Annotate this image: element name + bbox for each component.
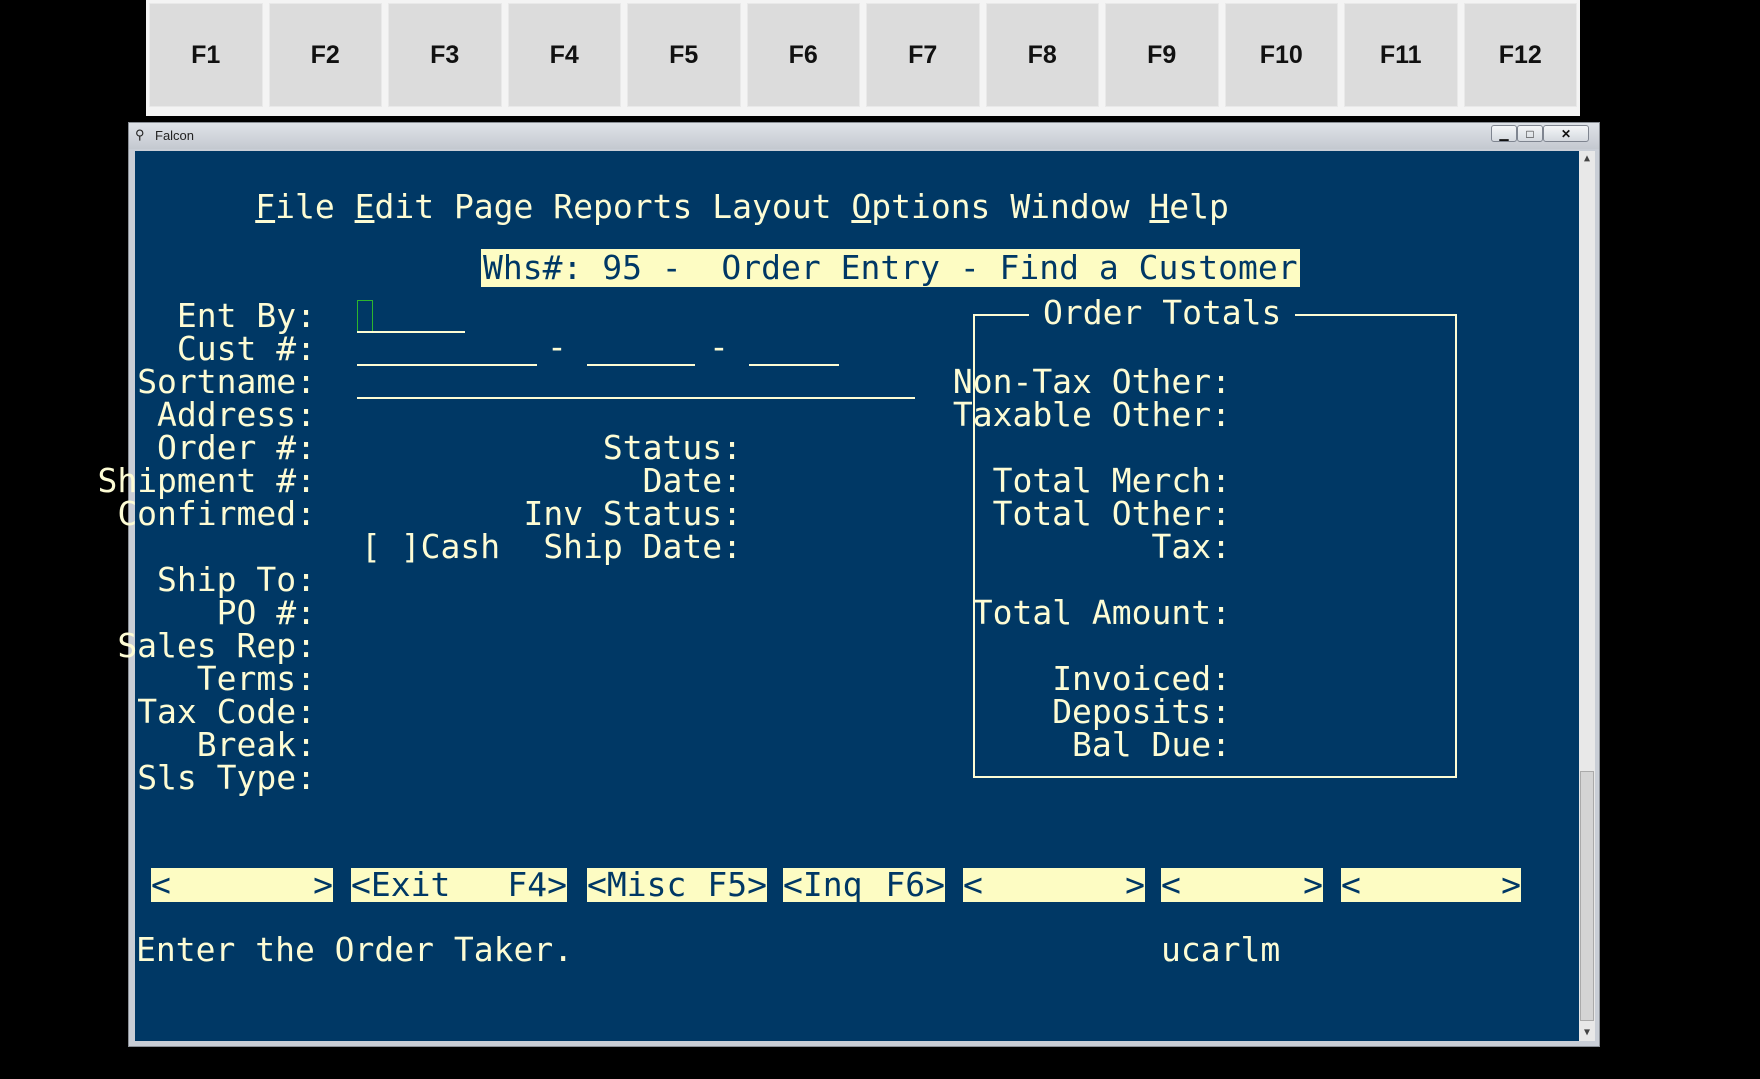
scroll-thumb[interactable] (1580, 771, 1594, 1021)
function-button-7[interactable]: < > (1341, 868, 1521, 902)
menu-layout[interactable]: Layout (712, 187, 831, 226)
total-amount-label: Total Amount: (972, 593, 1231, 632)
ent-by-field[interactable] (357, 331, 465, 333)
f6-key[interactable]: F6 (746, 3, 860, 107)
menu-options[interactable]: Options (851, 187, 990, 226)
vertical-scrollbar[interactable]: ▲ ▼ (1579, 151, 1595, 1041)
f3-key[interactable]: F3 (388, 3, 502, 107)
f5-key[interactable]: F5 (627, 3, 741, 107)
minimize-button[interactable]: ▁ (1491, 125, 1517, 142)
maximize-button[interactable]: □ (1517, 125, 1543, 142)
scroll-down-icon[interactable]: ▼ (1579, 1025, 1595, 1041)
falcon-window: ⚲ Falcon ▁ □ ✕ File Edit Page Reports La… (97, 122, 1600, 1047)
inq-button[interactable]: <Inq F6> (783, 868, 945, 902)
text-cursor (357, 300, 373, 333)
terminal-screen: File Edit Page Reports Layout Options Wi… (97, 151, 1579, 1041)
function-button-1[interactable]: < > (151, 868, 333, 902)
cash-checkbox[interactable]: [ ]Cash (361, 528, 500, 565)
exit-button[interactable]: <Exit F4> (351, 868, 567, 902)
f7-key[interactable]: F7 (866, 3, 980, 107)
f11-key[interactable]: F11 (1344, 3, 1458, 107)
menu-reports[interactable]: Reports (553, 187, 692, 226)
menu-help[interactable]: Help (1149, 187, 1228, 226)
cust-suffix-field[interactable] (587, 364, 695, 366)
page-title: Whs#: 95 - Order Entry - Find a Customer (481, 248, 1300, 287)
menu-bar: File Edit Page Reports Layout Options Wi… (136, 151, 1229, 262)
function-key-bar: F1 F2 F3 F4 F5 F6 F7 F8 F9 F10 F11 F12 (146, 0, 1580, 116)
ship-date-label: Ship Date: (543, 527, 742, 566)
cust-dash-1: - (547, 327, 567, 366)
menu-page[interactable]: Page (454, 187, 533, 226)
f2-key[interactable]: F2 (268, 3, 382, 107)
cust-number-field[interactable] (357, 364, 537, 366)
menu-file[interactable]: File (255, 187, 334, 226)
f10-key[interactable]: F10 (1224, 3, 1338, 107)
app-icon: ⚲ (135, 127, 145, 142)
bal-due-label: Bal Due: (1072, 725, 1231, 764)
sls-type-label: Sls Type: (137, 758, 316, 797)
title-bar[interactable]: ⚲ Falcon ▁ □ ✕ (129, 123, 1599, 149)
function-button-6[interactable]: < > (1161, 868, 1323, 902)
f8-key[interactable]: F8 (985, 3, 1099, 107)
cust-dash-2: - (709, 327, 729, 366)
menu-edit[interactable]: Edit (355, 187, 434, 226)
f4-key[interactable]: F4 (507, 3, 621, 107)
close-button[interactable]: ✕ (1543, 125, 1589, 142)
f12-key[interactable]: F12 (1463, 3, 1577, 107)
order-totals-title: Order Totals (1029, 294, 1296, 331)
status-message: Enter the Order Taker. (136, 930, 574, 969)
user-name: ucarlm (1161, 930, 1281, 969)
function-button-5[interactable]: < > (963, 868, 1145, 902)
f1-key[interactable]: F1 (149, 3, 263, 107)
taxable-other-label: Taxable Other: (952, 395, 1231, 434)
f9-key[interactable]: F9 (1105, 3, 1219, 107)
menu-window[interactable]: Window (1010, 187, 1129, 226)
window-title: Falcon (155, 128, 195, 143)
confirmed-label: Confirmed: (117, 494, 316, 533)
sortname-field[interactable] (357, 397, 915, 399)
cust-seq-field[interactable] (749, 364, 839, 366)
misc-button[interactable]: <Misc F5> (587, 868, 767, 902)
tax-label: Tax: (1151, 527, 1231, 566)
scroll-up-icon[interactable]: ▲ (1579, 151, 1595, 167)
